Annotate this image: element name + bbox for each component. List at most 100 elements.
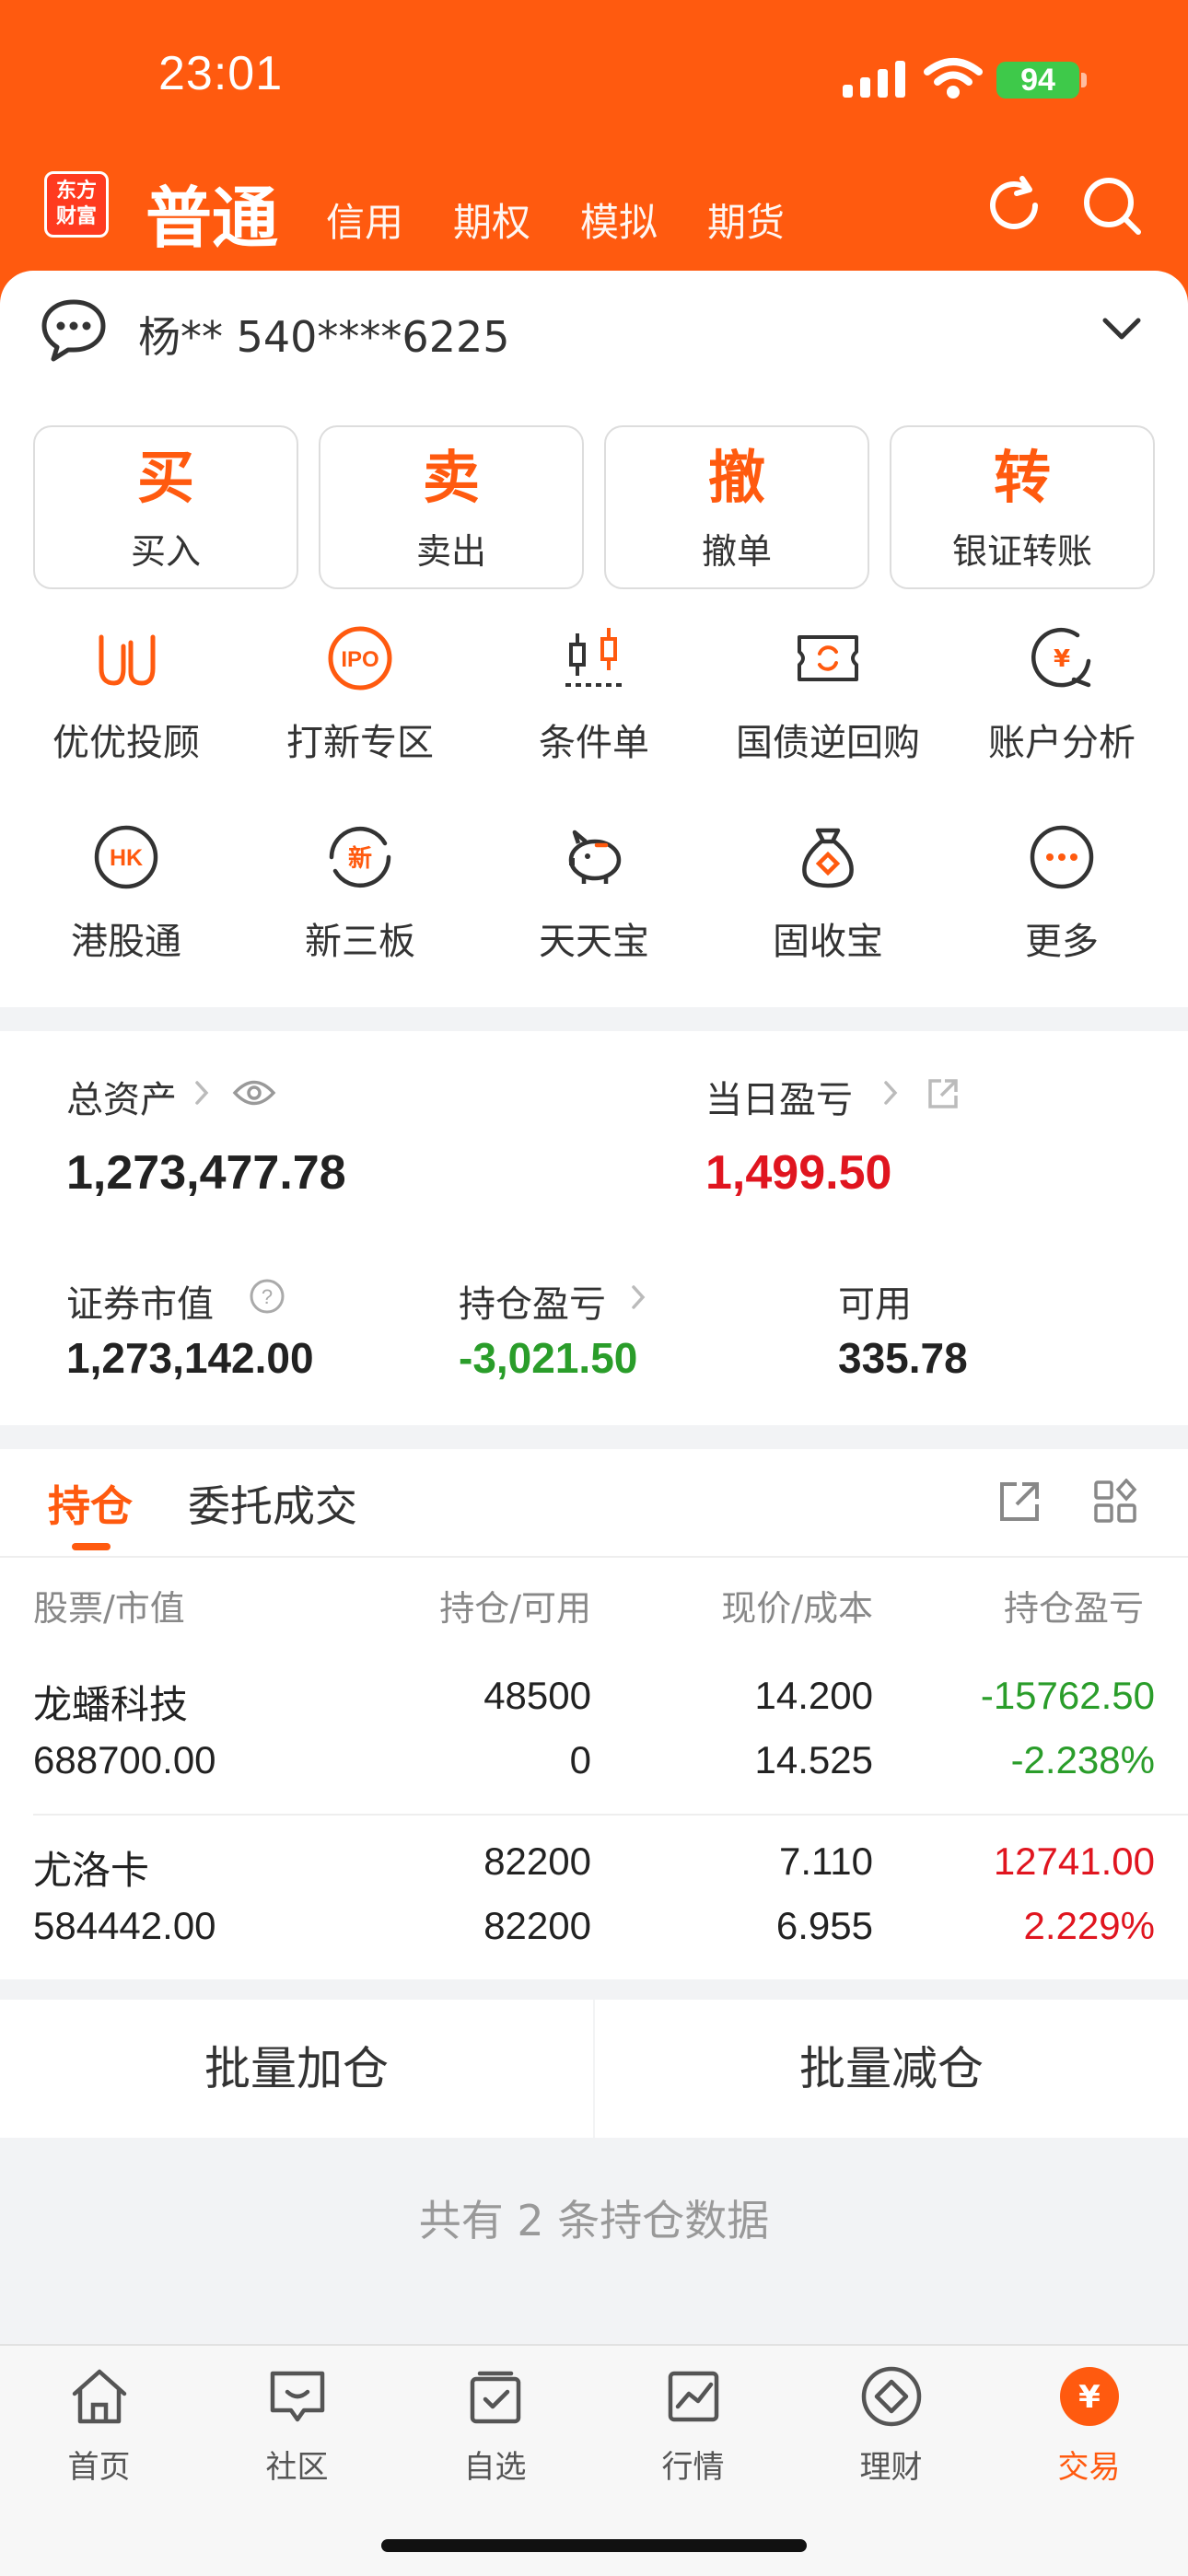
tab-futures[interactable]: 期货 xyxy=(707,191,785,248)
stock-market-value: 584442.00 xyxy=(33,1904,216,1947)
trade-panel: 买 买入 卖 卖出 撤 撤单 转 银证转账 优优投顾 IPO 打新专区 条件单 … xyxy=(0,390,1188,1007)
grid-item-ipo[interactable]: IPO 打新专区 xyxy=(243,624,477,766)
piggy-bank-icon xyxy=(568,830,622,884)
active-tab-indicator xyxy=(72,1543,111,1550)
grid-label: 新三板 xyxy=(305,921,415,963)
table-row[interactable]: 龙蟠科技 688700.00 48500 0 14.200 14.525 -15… xyxy=(0,1652,1188,1816)
chevron-right-icon xyxy=(884,1081,898,1105)
tab-simulation[interactable]: 模拟 xyxy=(580,191,658,248)
col-header-pl: 持仓盈亏 xyxy=(1004,1588,1145,1629)
stock-market-value: 688700.00 xyxy=(33,1738,216,1781)
nav-label: 社区 xyxy=(265,2449,329,2486)
battery-level: 94 xyxy=(996,62,1079,99)
grid-view-icon[interactable] xyxy=(1092,1479,1138,1525)
grid-label: 固收宝 xyxy=(773,921,883,963)
chevron-down-icon[interactable] xyxy=(1101,315,1142,342)
nav-wealth[interactable]: 理财 xyxy=(792,2364,990,2487)
nav-home[interactable]: 首页 xyxy=(0,2364,198,2487)
battery-tip xyxy=(1081,73,1087,87)
daily-pl-label[interactable]: 当日盈亏 xyxy=(705,1070,853,1123)
svg-text:新: 新 xyxy=(348,844,372,873)
stock-position: 48500 xyxy=(483,1674,591,1717)
grid-item-repo[interactable]: 国债逆回购 xyxy=(711,624,945,766)
hk-icon: HK xyxy=(94,825,158,889)
grid-label: 天天宝 xyxy=(539,921,649,963)
batch-add-button[interactable]: 批量加仓 xyxy=(0,2000,593,2138)
sell-glyph: 卖 xyxy=(422,444,480,511)
status-time: 23:01 xyxy=(158,47,284,100)
svg-text:IPO: IPO xyxy=(341,647,379,672)
grid-item-conditional[interactable]: 条件单 xyxy=(477,624,711,766)
stock-name: 龙蟠科技 xyxy=(33,1682,189,1727)
refresh-icon[interactable] xyxy=(980,171,1048,239)
grid-item-guoshoubao[interactable]: 固收宝 xyxy=(711,823,945,965)
more-icon xyxy=(1030,825,1094,889)
help-icon[interactable]: ? xyxy=(249,1278,285,1315)
nav-label: 首页 xyxy=(67,2449,131,2486)
available-label: 可用 xyxy=(838,1283,912,1326)
svg-text:HK: HK xyxy=(110,845,143,871)
buy-button[interactable]: 买 买入 xyxy=(33,425,298,589)
grid-label: 国债逆回购 xyxy=(736,722,920,764)
svg-text:¥: ¥ xyxy=(1078,2379,1101,2416)
nav-label: 交易 xyxy=(1057,2449,1121,2486)
stock-price: 14.200 xyxy=(754,1674,873,1717)
grid-label: 优优投顾 xyxy=(52,722,200,764)
asset-summary: 总资产 1,273,477.78 当日盈亏 1,499.50 证券市值 ? 1,… xyxy=(0,1031,1188,1425)
wifi-icon xyxy=(924,58,983,99)
tab-positions[interactable]: 持仓 xyxy=(48,1473,133,1534)
svg-text:?: ? xyxy=(262,1285,273,1308)
cancel-label: 撤单 xyxy=(701,531,772,572)
grid-item-hk[interactable]: HK 港股通 xyxy=(9,823,243,965)
nav-label: 行情 xyxy=(661,2449,725,2486)
position-pl-value: -3,021.50 xyxy=(459,1334,638,1382)
transfer-glyph: 转 xyxy=(993,444,1051,511)
table-row[interactable]: 尤洛卡 584442.00 82200 82200 7.110 6.955 12… xyxy=(0,1817,1188,1979)
col-header-price: 现价/成本 xyxy=(721,1588,873,1629)
grid-item-tiantianbao[interactable]: 天天宝 xyxy=(477,823,711,965)
stock-name: 尤洛卡 xyxy=(33,1848,150,1893)
transfer-label: 银证转账 xyxy=(951,531,1092,572)
position-pl-label[interactable]: 持仓盈亏 xyxy=(459,1274,606,1328)
daily-pl-value: 1,499.50 xyxy=(705,1146,892,1200)
grid-item-new-board[interactable]: 新 新三板 xyxy=(243,823,477,965)
stock-position: 82200 xyxy=(483,1839,591,1883)
nav-community[interactable]: 社区 xyxy=(198,2364,396,2487)
nav-trade[interactable]: ¥ 交易 xyxy=(990,2364,1188,2487)
tab-options[interactable]: 期权 xyxy=(453,191,530,248)
grid-item-analysis[interactable]: ¥ 账户分析 xyxy=(945,624,1179,766)
home-indicator xyxy=(381,2539,807,2552)
stock-pl: -15762.50 xyxy=(980,1674,1155,1717)
buy-label: 买入 xyxy=(130,531,201,572)
svg-text:¥: ¥ xyxy=(1054,645,1070,673)
chevron-right-icon xyxy=(195,1081,209,1105)
stock-pl: 12741.00 xyxy=(993,1839,1155,1883)
sell-button[interactable]: 卖 卖出 xyxy=(319,425,584,589)
total-assets-label[interactable]: 总资产 xyxy=(66,1070,177,1123)
col-header-position: 持仓/可用 xyxy=(439,1588,591,1629)
nav-market[interactable]: 行情 xyxy=(594,2364,792,2487)
grid-item-more[interactable]: 更多 xyxy=(945,823,1179,965)
chevron-right-icon xyxy=(632,1285,646,1309)
account-analysis-icon: ¥ xyxy=(1031,627,1091,688)
sell-label: 卖出 xyxy=(415,531,486,572)
account-selector[interactable]: 杨** 540****6225 xyxy=(0,271,1188,392)
eye-icon[interactable] xyxy=(232,1077,276,1108)
bank-transfer-button[interactable]: 转 银证转账 xyxy=(890,425,1155,589)
search-icon[interactable] xyxy=(1077,171,1146,239)
grid-label: 条件单 xyxy=(539,722,649,764)
tab-normal[interactable]: 普通 xyxy=(146,164,278,261)
signal-icon xyxy=(843,61,905,98)
external-link-icon[interactable] xyxy=(926,1077,960,1110)
market-value-label: 证券市值 xyxy=(66,1283,214,1326)
batch-reduce-button[interactable]: 批量减仓 xyxy=(595,2000,1188,2138)
candlestick-icon xyxy=(565,628,623,687)
grid-item-advisor[interactable]: 优优投顾 xyxy=(9,624,243,766)
nav-watchlist[interactable]: 自选 xyxy=(396,2364,594,2487)
tab-credit[interactable]: 信用 xyxy=(326,191,403,248)
tab-orders[interactable]: 委托成交 xyxy=(188,1473,357,1534)
nav-label: 自选 xyxy=(463,2449,527,2486)
new-board-icon: 新 xyxy=(329,827,391,888)
cancel-order-button[interactable]: 撤 撤单 xyxy=(604,425,869,589)
share-icon[interactable] xyxy=(996,1479,1042,1525)
